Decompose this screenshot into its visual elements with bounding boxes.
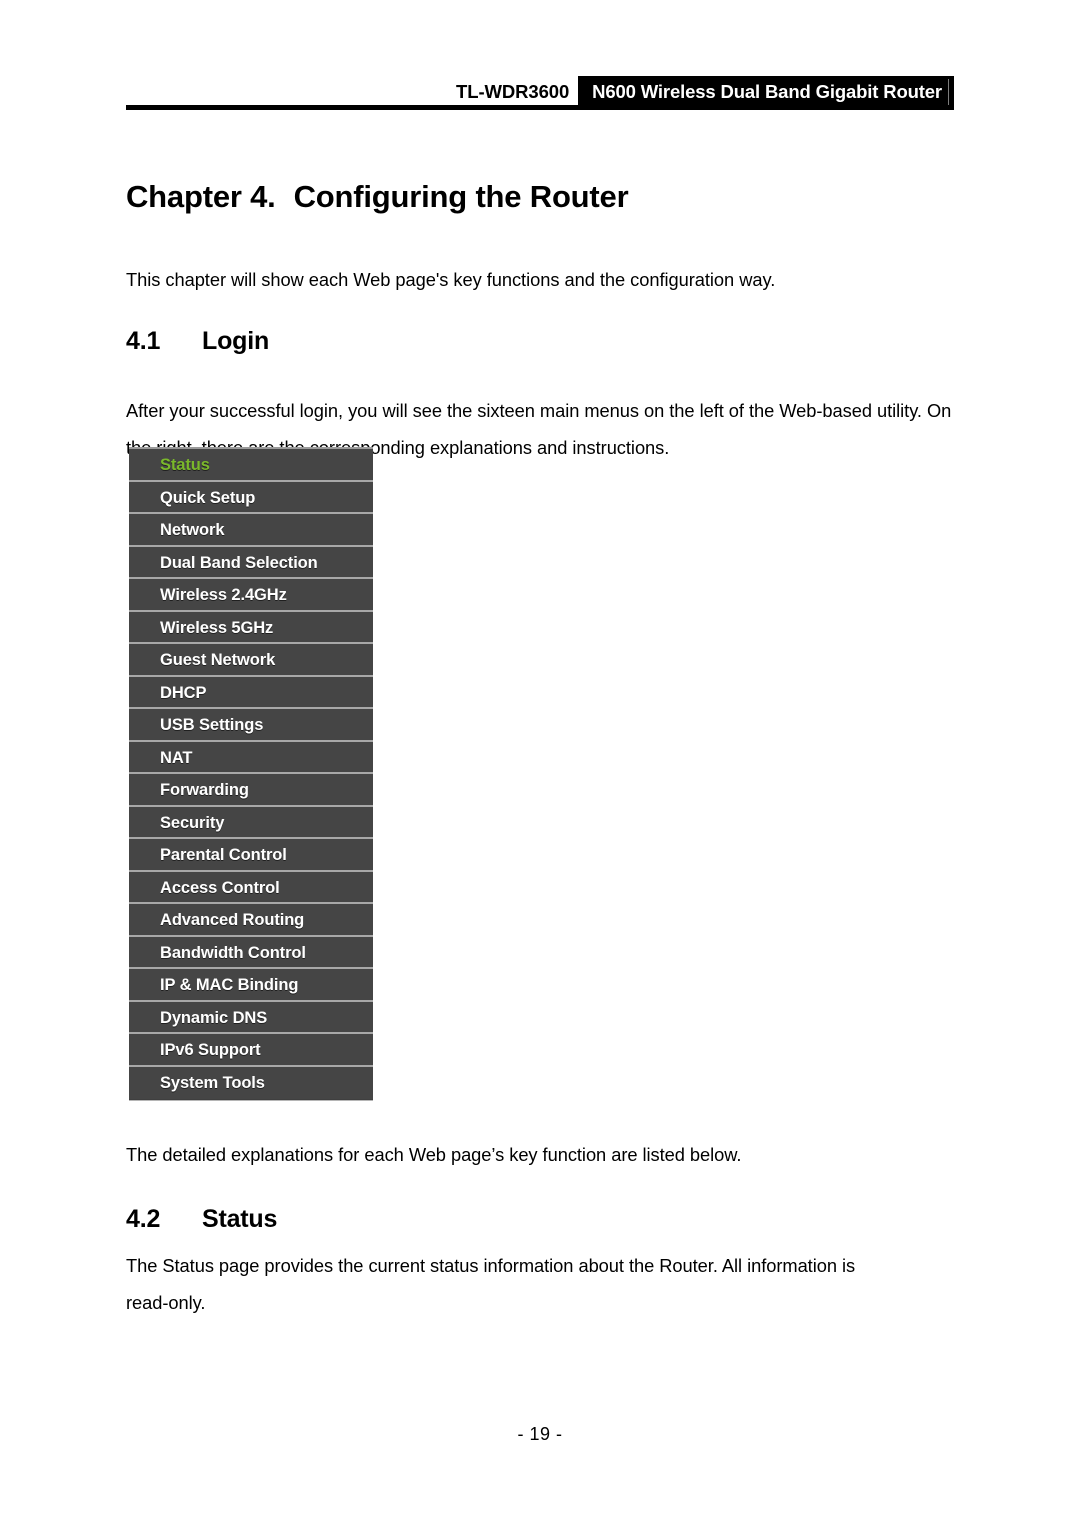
header-row: TL-WDR3600 N600 Wireless Dual Band Gigab… xyxy=(126,76,954,108)
menu-item-security[interactable]: Security xyxy=(129,806,373,839)
section-title-status: Status xyxy=(202,1204,278,1233)
menu-item-dhcp[interactable]: DHCP xyxy=(129,676,373,709)
menu-item-parental-control[interactable]: Parental Control xyxy=(129,839,373,872)
menu-item-status[interactable]: Status xyxy=(129,449,373,482)
menu-item-network[interactable]: Network xyxy=(129,514,373,547)
product-name-tag: N600 Wireless Dual Band Gigabit Router xyxy=(578,76,954,108)
status-paragraph: The Status page provides the current sta… xyxy=(126,1247,954,1321)
menu-item-advanced-routing[interactable]: Advanced Routing xyxy=(129,904,373,937)
menu-item-ip-mac-binding[interactable]: IP & MAC Binding xyxy=(129,969,373,1002)
menu-item-system-tools[interactable]: System Tools xyxy=(129,1066,373,1099)
menu-item-forwarding[interactable]: Forwarding xyxy=(129,774,373,807)
menu-item-wireless-5ghz[interactable]: Wireless 5GHz xyxy=(129,611,373,644)
header-divider-rule xyxy=(126,105,954,110)
menu-item-dynamic-dns[interactable]: Dynamic DNS xyxy=(129,1001,373,1034)
menu-item-bandwidth-control[interactable]: Bandwidth Control xyxy=(129,936,373,969)
running-header: TL-WDR3600 N600 Wireless Dual Band Gigab… xyxy=(126,76,954,108)
page-number: - 19 - xyxy=(517,1424,563,1444)
section-number-41: 4.1 xyxy=(126,326,161,355)
intro-paragraph: This chapter will show each Web page's k… xyxy=(126,269,776,291)
document-page: TL-WDR3600 N600 Wireless Dual Band Gigab… xyxy=(0,0,1080,1527)
section-heading-login: 4.1 Login xyxy=(126,327,954,356)
menu-item-quick-setup[interactable]: Quick Setup xyxy=(129,481,373,514)
chapter-title: Chapter 4. Configuring the Router xyxy=(126,179,954,215)
figure-caption-paragraph: The detailed explanations for each Web p… xyxy=(126,1144,742,1166)
router-menu-figure: Status Quick Setup Network Dual Band Sel… xyxy=(129,447,373,1101)
menu-item-ipv6-support[interactable]: IPv6 Support xyxy=(129,1034,373,1067)
section-heading-status: 4.2 Status xyxy=(126,1205,954,1234)
menu-item-wireless-24ghz[interactable]: Wireless 2.4GHz xyxy=(129,579,373,612)
router-model-name: TL-WDR3600 xyxy=(456,81,570,102)
chapter-title-text: Configuring the Router xyxy=(293,178,629,214)
section-title-login: Login xyxy=(202,326,270,355)
menu-item-access-control[interactable]: Access Control xyxy=(129,871,373,904)
menu-item-nat[interactable]: NAT xyxy=(129,741,373,774)
menu-item-dual-band-selection[interactable]: Dual Band Selection xyxy=(129,546,373,579)
section-number-42: 4.2 xyxy=(126,1204,161,1233)
chapter-number: Chapter 4. xyxy=(126,178,276,214)
menu-item-usb-settings[interactable]: USB Settings xyxy=(129,709,373,742)
status-paragraph-line-2: read-only. xyxy=(126,1292,206,1313)
menu-item-guest-network[interactable]: Guest Network xyxy=(129,644,373,677)
status-paragraph-line-1: The Status page provides the current sta… xyxy=(126,1255,856,1276)
